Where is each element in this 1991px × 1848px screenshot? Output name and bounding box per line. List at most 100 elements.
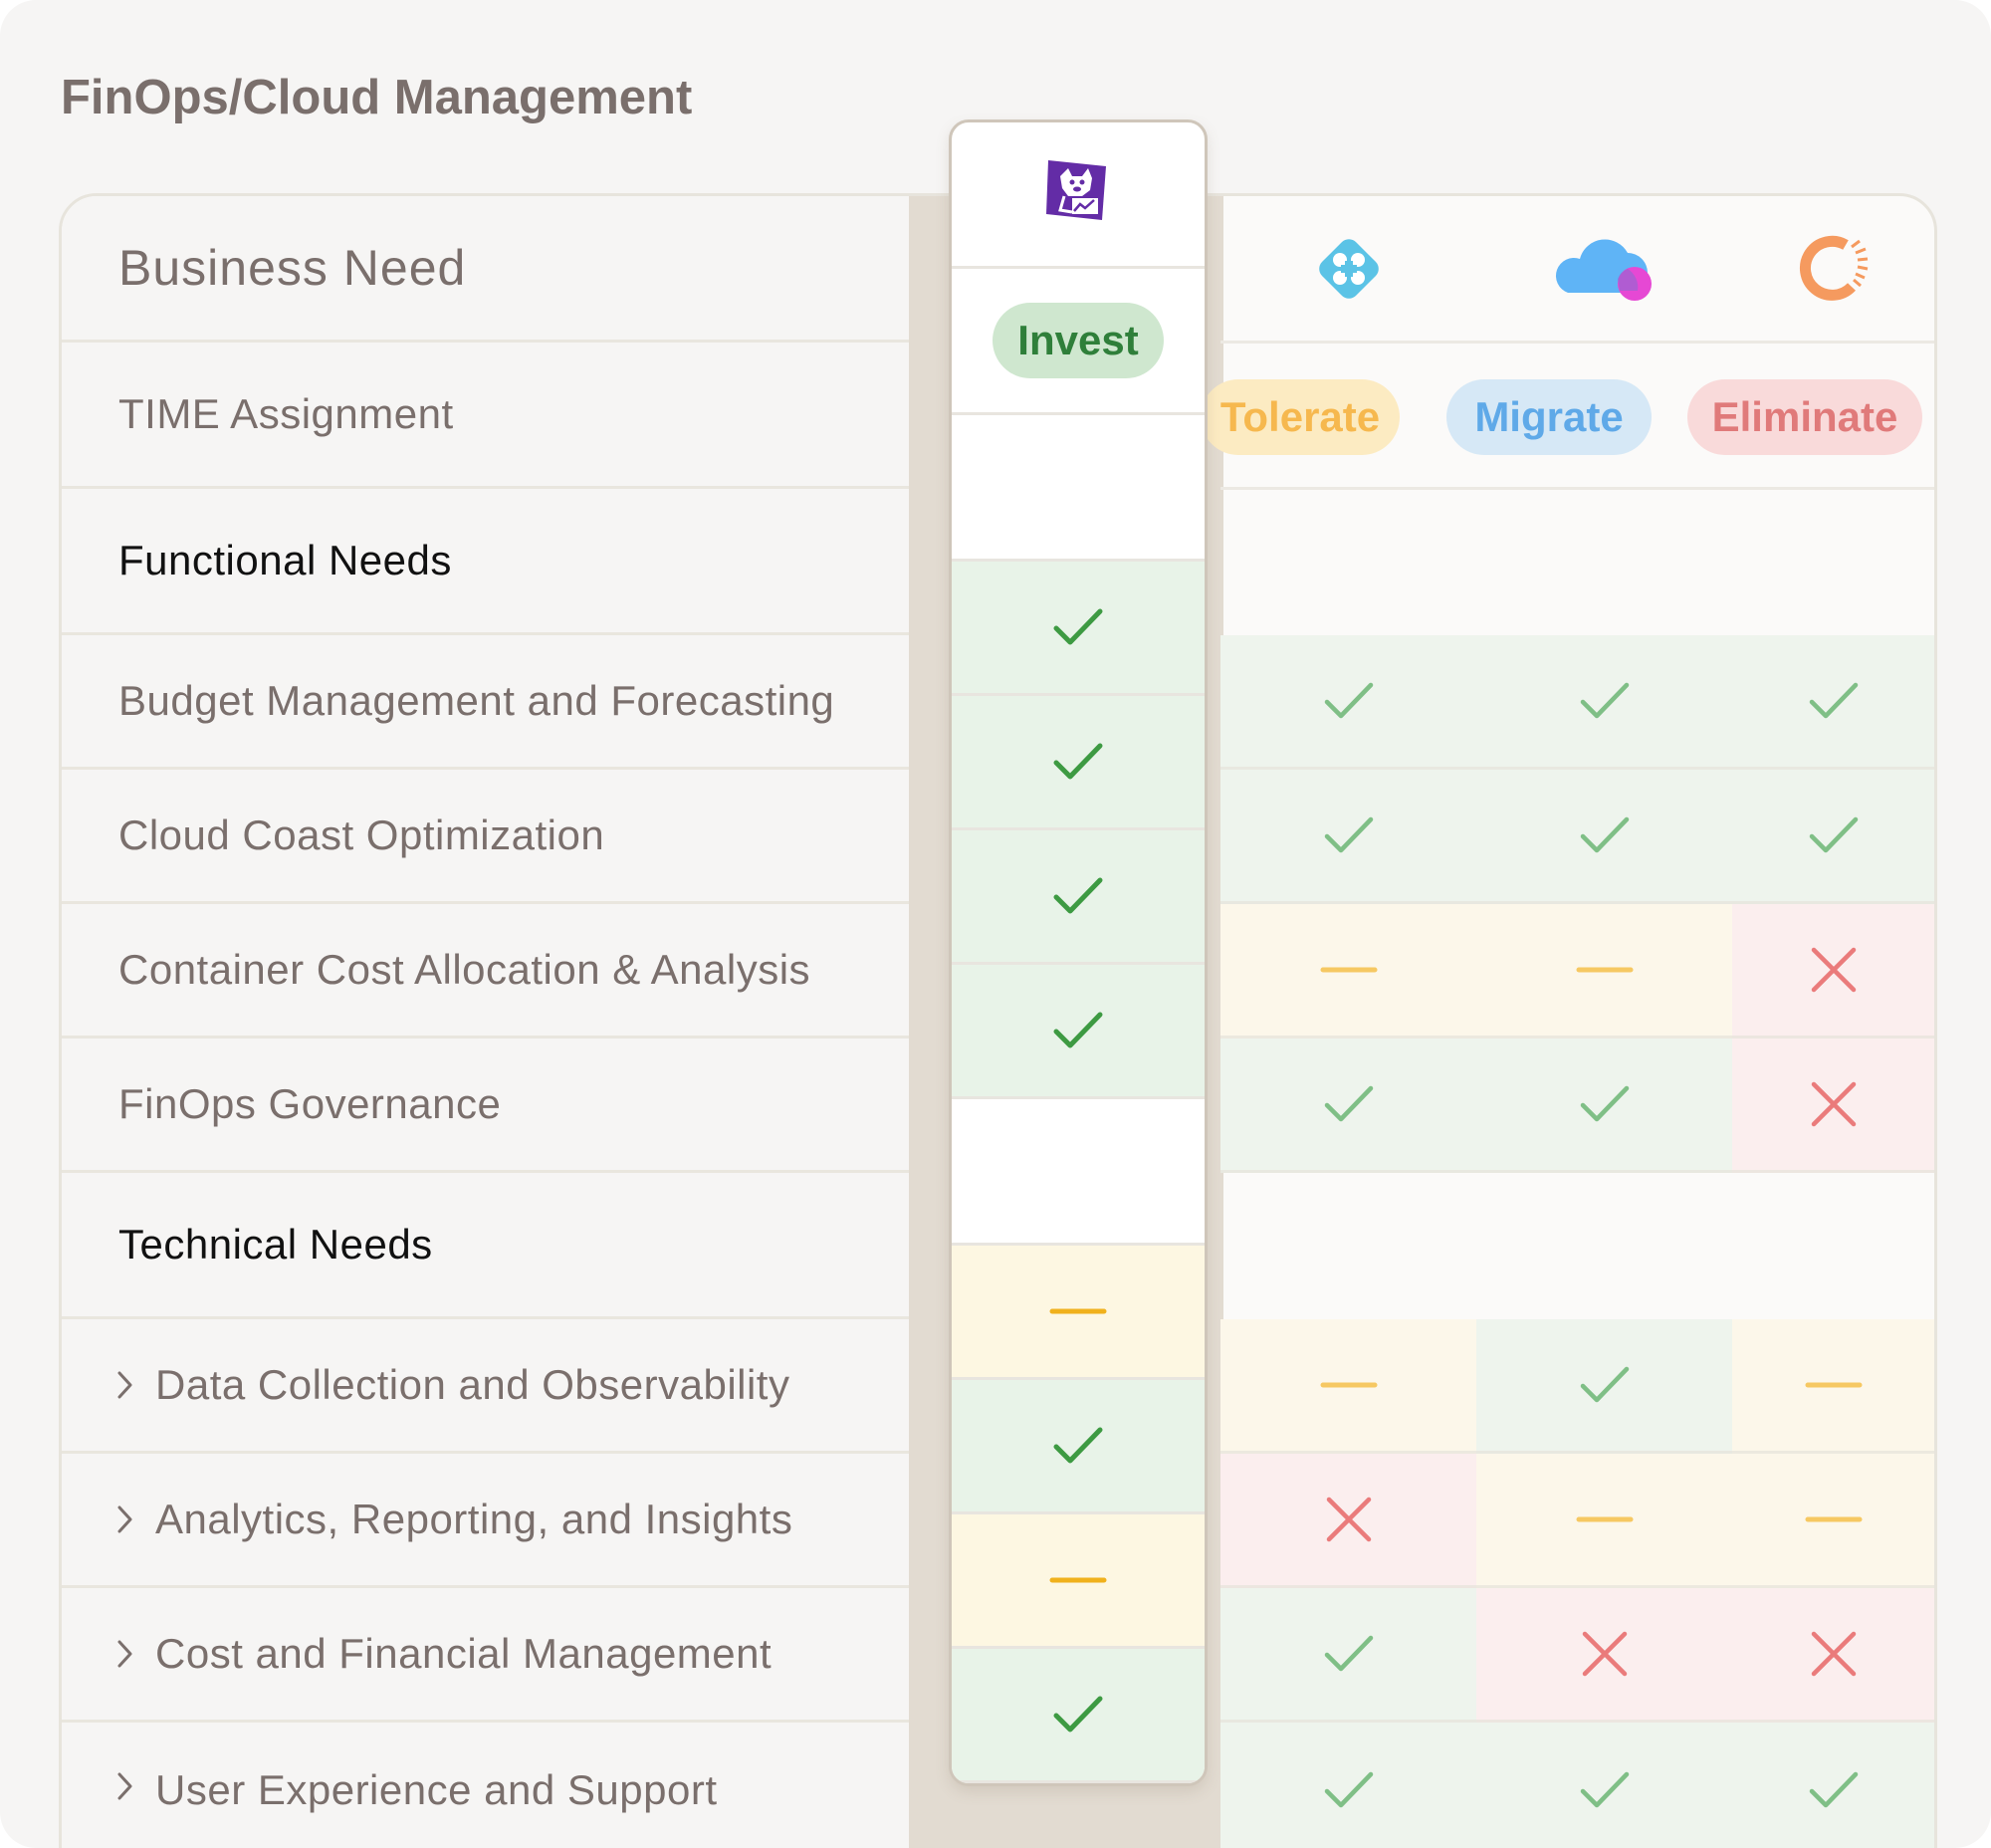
chevron-right-icon[interactable]	[113, 1766, 141, 1806]
partial-dash-icon	[1320, 1382, 1377, 1388]
status-cell	[1732, 635, 1934, 770]
cross-icon	[1811, 947, 1856, 993]
invest-badge-cell: Invest	[952, 269, 1205, 415]
row-label: Budget Management and Forecasting	[118, 677, 835, 724]
blue-diamond-logo-icon	[1220, 196, 1476, 341]
row-label: Cost and Financial Management	[155, 1630, 773, 1677]
partial-dash-icon	[1049, 1308, 1107, 1314]
datadog-dog-icon	[1042, 156, 1114, 233]
status-cell	[1220, 1319, 1476, 1454]
migrate-badge: Migrate	[1446, 379, 1652, 455]
datadog-logo-cell	[952, 122, 1205, 269]
partial-dash-icon	[1576, 967, 1633, 973]
cross-icon	[1326, 1497, 1371, 1542]
page-title: FinOps/Cloud Management	[61, 71, 693, 124]
check-icon	[1053, 743, 1103, 780]
status-cell	[1220, 1723, 1476, 1848]
status-cell	[1732, 770, 1934, 904]
status-cell	[1476, 1588, 1732, 1723]
status-cell	[1476, 1039, 1732, 1173]
cross-icon	[1811, 1631, 1856, 1677]
invest-status-cell	[952, 1380, 1205, 1514]
partial-dash-icon	[1805, 1516, 1862, 1522]
list-item: Budget Management and Forecasting	[62, 635, 909, 770]
eliminate-badge: Eliminate	[1687, 379, 1922, 455]
cross-icon	[1811, 1081, 1856, 1127]
status-cell	[1732, 904, 1934, 1039]
check-icon	[1324, 682, 1373, 719]
section-spacer	[952, 1099, 1205, 1246]
check-icon	[1324, 1635, 1373, 1672]
row-label: Analytics, Reporting, and Insights	[155, 1496, 793, 1542]
list-item: Container Cost Allocation & Analysis	[62, 904, 909, 1039]
orange-ring-logo-icon	[1732, 196, 1934, 341]
invest-badge: Invest	[993, 303, 1164, 378]
row-label: Data Collection and Observability	[155, 1361, 790, 1408]
technical-needs-label: Technical Needs	[118, 1221, 433, 1268]
status-cell	[1476, 635, 1732, 770]
partial-dash-icon	[1320, 967, 1377, 973]
functional-section-header: Functional Needs	[62, 489, 909, 635]
check-icon	[1053, 1012, 1103, 1048]
invest-status-cell	[952, 830, 1205, 965]
chevron-right-icon[interactable]	[113, 1500, 141, 1539]
check-icon	[1053, 1696, 1103, 1732]
divider	[1220, 341, 1934, 344]
invest-status-cell	[952, 1514, 1205, 1649]
status-cell	[1476, 904, 1732, 1039]
check-icon	[1324, 1771, 1373, 1808]
row-label: User Experience and Support	[155, 1766, 718, 1813]
status-cell	[1476, 1319, 1732, 1454]
check-icon	[1053, 608, 1103, 645]
status-cell	[1220, 770, 1476, 904]
invest-status-cell	[952, 1649, 1205, 1783]
expandable-row[interactable]: Data Collection and Observability	[62, 1319, 909, 1454]
check-icon	[1580, 1771, 1629, 1808]
status-cell	[1220, 1454, 1476, 1588]
check-icon	[1053, 1427, 1103, 1464]
row-label: Container Cost Allocation & Analysis	[118, 946, 811, 993]
cross-icon	[1582, 1631, 1627, 1677]
technical-section-header: Technical Needs	[62, 1173, 909, 1319]
partial-dash-icon	[1805, 1382, 1862, 1388]
list-item: FinOps Governance	[62, 1039, 909, 1173]
expandable-row[interactable]: Cost and Financial Management	[62, 1588, 909, 1723]
header-row-label: Business Need	[62, 196, 909, 343]
invest-column: Invest	[949, 119, 1208, 1786]
status-cell	[1476, 1723, 1732, 1848]
tolerate-badge: Tolerate	[1201, 379, 1400, 455]
status-cell	[1220, 635, 1476, 770]
list-item: Cloud Coast Optimization	[62, 770, 909, 904]
check-icon	[1809, 682, 1858, 719]
check-icon	[1580, 1366, 1629, 1403]
chevron-right-icon[interactable]	[113, 1634, 141, 1674]
row-label: FinOps Governance	[118, 1080, 502, 1127]
invest-status-cell	[952, 562, 1205, 696]
status-cell	[1732, 1319, 1934, 1454]
expandable-row[interactable]: Analytics, Reporting, and Insights	[62, 1454, 909, 1588]
check-icon	[1809, 816, 1858, 853]
row-label: Cloud Coast Optimization	[118, 811, 605, 858]
time-assignment-label: TIME Assignment	[118, 390, 454, 437]
divider	[1220, 487, 1934, 490]
status-cell	[1476, 770, 1732, 904]
comparison-card: FinOps/Cloud Management Business Need TI…	[0, 0, 1991, 1848]
check-icon	[1580, 682, 1629, 719]
status-cell	[1732, 1588, 1934, 1723]
status-cell	[1732, 1723, 1934, 1848]
partial-dash-icon	[1576, 1516, 1633, 1522]
check-icon	[1324, 816, 1373, 853]
status-cell	[1220, 1588, 1476, 1723]
check-icon	[1580, 1085, 1629, 1122]
cloud-logo-icon	[1476, 196, 1732, 341]
expandable-row[interactable]: User Experience and Support	[62, 1723, 909, 1848]
functional-needs-label: Functional Needs	[118, 537, 452, 583]
partial-dash-icon	[1049, 1577, 1107, 1583]
chevron-right-icon[interactable]	[113, 1365, 141, 1405]
check-icon	[1053, 877, 1103, 914]
status-cell	[1732, 1039, 1934, 1173]
status-cell	[1220, 1039, 1476, 1173]
invest-status-cell	[952, 1246, 1205, 1380]
section-spacer	[952, 415, 1205, 562]
time-row-label: TIME Assignment	[62, 343, 909, 489]
